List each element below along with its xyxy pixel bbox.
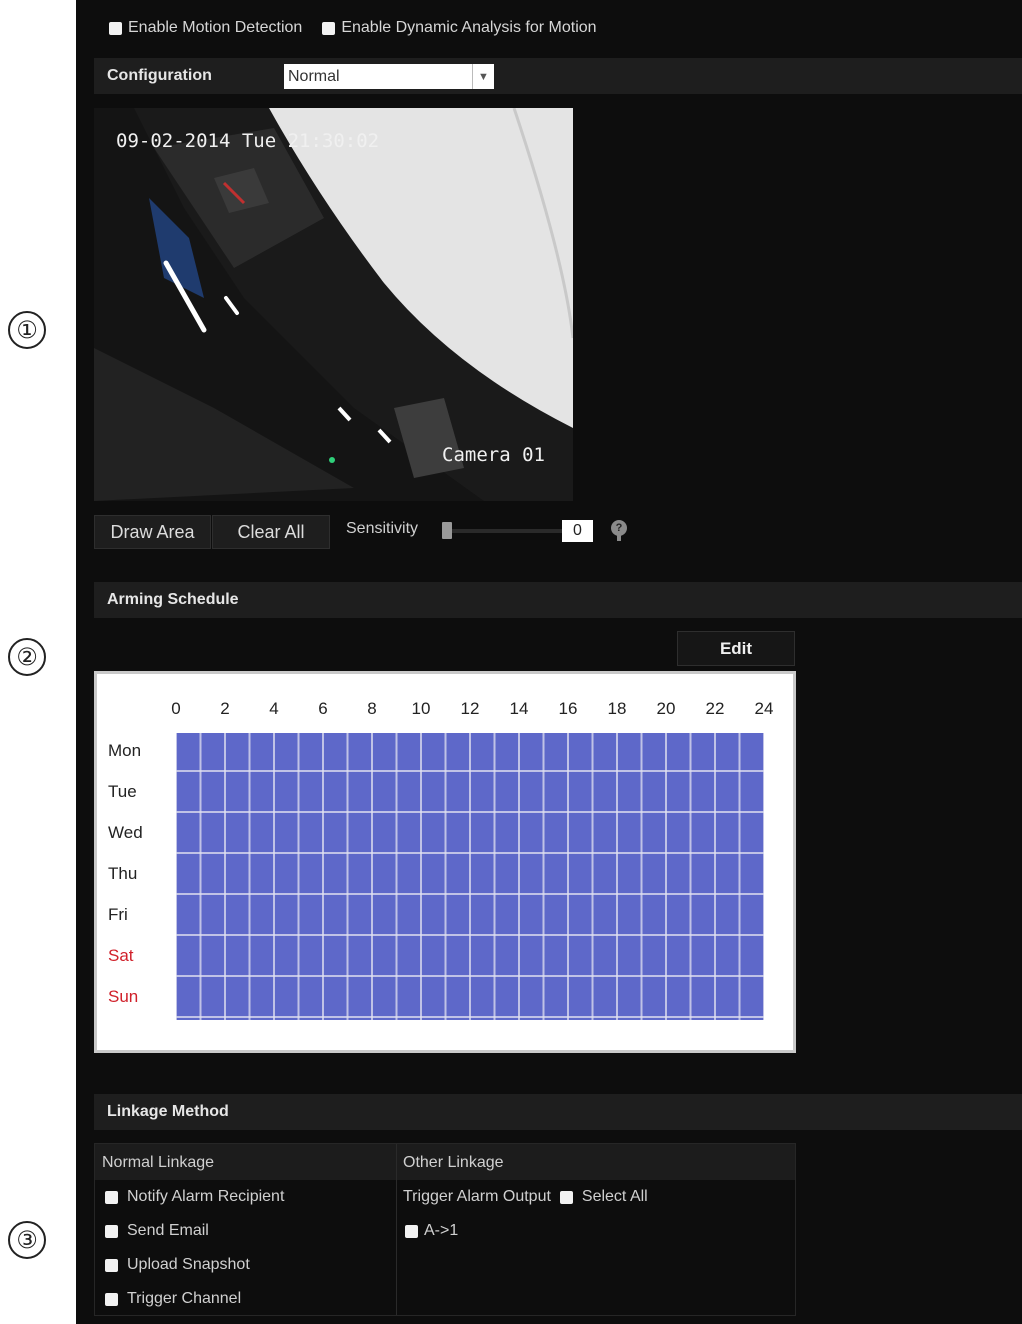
select-all-option[interactable]: Select All [559, 1188, 648, 1206]
motion-detection-panel: Enable Motion Detection Enable Dynamic A… [76, 0, 1022, 1324]
sensitivity-value-field[interactable]: 0 [562, 520, 593, 542]
live-video-view[interactable]: 09-02-2014 Tue 21:30:02 Camera 01 [94, 108, 573, 501]
hour-label: 6 [318, 699, 328, 718]
camera-name-overlay: Camera 01 [442, 444, 545, 466]
day-label-tue: Tue [108, 782, 137, 801]
hour-label: 4 [269, 699, 279, 718]
notify-alarm-recipient-option[interactable]: Notify Alarm Recipient [105, 1188, 284, 1206]
upload-snapshot-label: Upload Snapshot [127, 1256, 250, 1273]
motion-options-row: Enable Motion Detection Enable Dynamic A… [109, 19, 617, 37]
hour-label: 10 [411, 699, 431, 718]
day-label-mon: Mon [108, 741, 142, 760]
trigger-alarm-output-label: Trigger Alarm Output [403, 1188, 551, 1205]
hour-label: 16 [558, 699, 578, 718]
hour-label: 24 [754, 699, 774, 718]
enable-motion-detection-checkbox[interactable] [109, 21, 122, 35]
camera-image [94, 108, 573, 501]
day-label-sun: Sun [108, 987, 139, 1006]
notify-alarm-recipient-checkbox[interactable] [105, 1190, 118, 1204]
normal-linkage-title: Normal Linkage [102, 1154, 215, 1171]
draw-area-button[interactable]: Draw Area [94, 515, 211, 549]
enable-dynamic-analysis-option[interactable]: Enable Dynamic Analysis for Motion [322, 19, 597, 37]
arming-schedule-bar: Arming Schedule [94, 582, 1022, 618]
hour-label: 14 [509, 699, 529, 718]
configuration-select[interactable]: Normal ▼ [284, 64, 494, 89]
linkage-method-bar: Linkage Method [94, 1094, 1022, 1130]
hour-label: 8 [367, 699, 377, 718]
upload-snapshot-checkbox[interactable] [105, 1258, 118, 1272]
linkage-method-title: Linkage Method [107, 1103, 229, 1120]
enable-dynamic-analysis-label: Enable Dynamic Analysis for Motion [341, 19, 597, 36]
enable-motion-detection-option[interactable]: Enable Motion Detection [109, 19, 302, 37]
day-label-fri: Fri [108, 905, 128, 924]
trigger-channel-checkbox[interactable] [105, 1292, 118, 1306]
sensitivity-slider-handle[interactable] [442, 522, 452, 539]
enable-dynamic-analysis-checkbox[interactable] [322, 21, 336, 35]
callout-2: ② [8, 638, 46, 676]
help-icon[interactable]: ? [611, 520, 627, 541]
select-all-label: Select All [581, 1188, 648, 1205]
send-email-option[interactable]: Send Email [105, 1222, 209, 1240]
hour-label: 12 [460, 699, 480, 718]
linkage-column-divider [396, 1144, 397, 1315]
notify-alarm-recipient-label: Notify Alarm Recipient [127, 1188, 285, 1205]
other-linkage-title: Other Linkage [403, 1154, 504, 1171]
alarm-output-a1-checkbox[interactable] [405, 1224, 418, 1238]
hour-label: 20 [656, 699, 676, 718]
trigger-alarm-output-row: Trigger Alarm Output Select All [403, 1188, 648, 1206]
day-label-thu: Thu [108, 864, 138, 883]
hour-label: 22 [705, 699, 725, 718]
edit-schedule-button[interactable]: Edit [677, 631, 795, 666]
sensitivity-label: Sensitivity [346, 520, 419, 537]
chevron-down-icon[interactable]: ▼ [472, 64, 494, 89]
hour-label: 18 [607, 699, 627, 718]
trigger-channel-option[interactable]: Trigger Channel [105, 1290, 241, 1308]
arming-schedule-title: Arming Schedule [107, 591, 239, 608]
day-label-sat: Sat [108, 946, 134, 965]
upload-snapshot-option[interactable]: Upload Snapshot [105, 1256, 250, 1274]
video-timestamp: 09-02-2014 Tue 21:30:02 [116, 130, 380, 152]
alarm-output-a1-label: A->1 [424, 1222, 459, 1239]
select-all-checkbox[interactable] [559, 1190, 573, 1204]
hour-label: 2 [220, 699, 230, 718]
clear-all-button[interactable]: Clear All [212, 515, 330, 549]
linkage-table: Normal Linkage Other Linkage Notify Alar… [94, 1143, 796, 1316]
schedule-cells[interactable] [176, 733, 764, 1020]
trigger-channel-label: Trigger Channel [127, 1290, 242, 1307]
configuration-value: Normal [288, 67, 340, 85]
hour-label: 0 [171, 699, 181, 718]
send-email-checkbox[interactable] [105, 1224, 118, 1238]
sensitivity-slider[interactable] [446, 529, 562, 533]
enable-motion-detection-label: Enable Motion Detection [128, 19, 303, 36]
callout-1: ① [8, 311, 46, 349]
callout-3: ③ [8, 1221, 46, 1259]
configuration-bar: Configuration [94, 58, 1022, 94]
send-email-label: Send Email [127, 1222, 209, 1239]
alarm-output-a1-option[interactable]: A->1 [405, 1222, 458, 1240]
configuration-label: Configuration [107, 67, 212, 84]
arming-schedule-grid: 0 2 4 6 8 10 12 14 16 18 20 22 24 Mon Tue Wed Thu Fri Sat… [94, 671, 796, 1053]
day-label-wed: Wed [108, 823, 143, 842]
